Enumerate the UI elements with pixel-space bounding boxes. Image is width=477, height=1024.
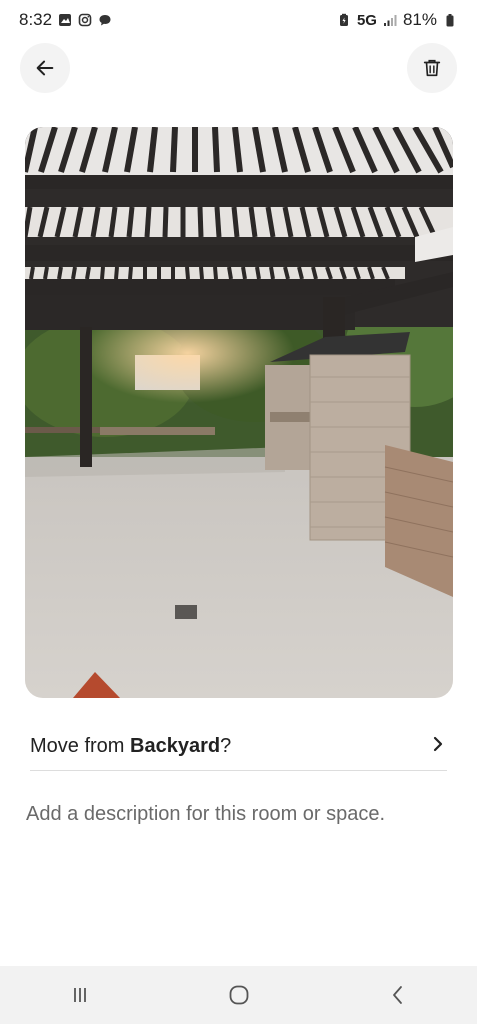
recent-apps-button[interactable] — [50, 975, 110, 1015]
current-room-name: Backyard — [130, 734, 221, 757]
arrow-left-icon — [34, 57, 56, 79]
move-prefix: Move from — [30, 734, 131, 757]
battery-saver-icon — [337, 13, 351, 27]
signal-icon — [383, 13, 397, 27]
system-back-button[interactable] — [368, 975, 428, 1015]
recent-apps-icon — [68, 983, 92, 1007]
chevron-right-icon — [429, 735, 447, 758]
chat-bubble-icon — [98, 13, 112, 27]
status-time: 8:32 — [19, 10, 53, 29]
system-nav-bar — [0, 966, 477, 1024]
gallery-icon — [58, 13, 72, 27]
battery-icon — [443, 13, 457, 27]
backyard-pergola-photo — [25, 127, 453, 698]
back-icon — [386, 983, 410, 1007]
network-type: 5G — [356, 11, 377, 29]
move-suffix: ? — [220, 734, 232, 757]
status-right: 5G 81% — [337, 10, 457, 30]
instagram-icon — [78, 13, 92, 27]
back-button[interactable] — [20, 43, 70, 93]
description-input[interactable]: Add a description for this room or space… — [26, 803, 451, 826]
home-icon — [227, 983, 251, 1007]
status-bar: 8:32 5G 81% — [0, 0, 477, 40]
status-left: 8:32 — [19, 10, 112, 30]
move-room-row[interactable]: Move from Backyard? — [30, 722, 447, 771]
home-button[interactable] — [209, 975, 269, 1015]
trash-icon — [421, 57, 443, 79]
move-room-text: Move from Backyard? — [30, 735, 231, 758]
battery-percent: 81% — [402, 10, 437, 29]
delete-photo-button[interactable] — [407, 43, 457, 93]
